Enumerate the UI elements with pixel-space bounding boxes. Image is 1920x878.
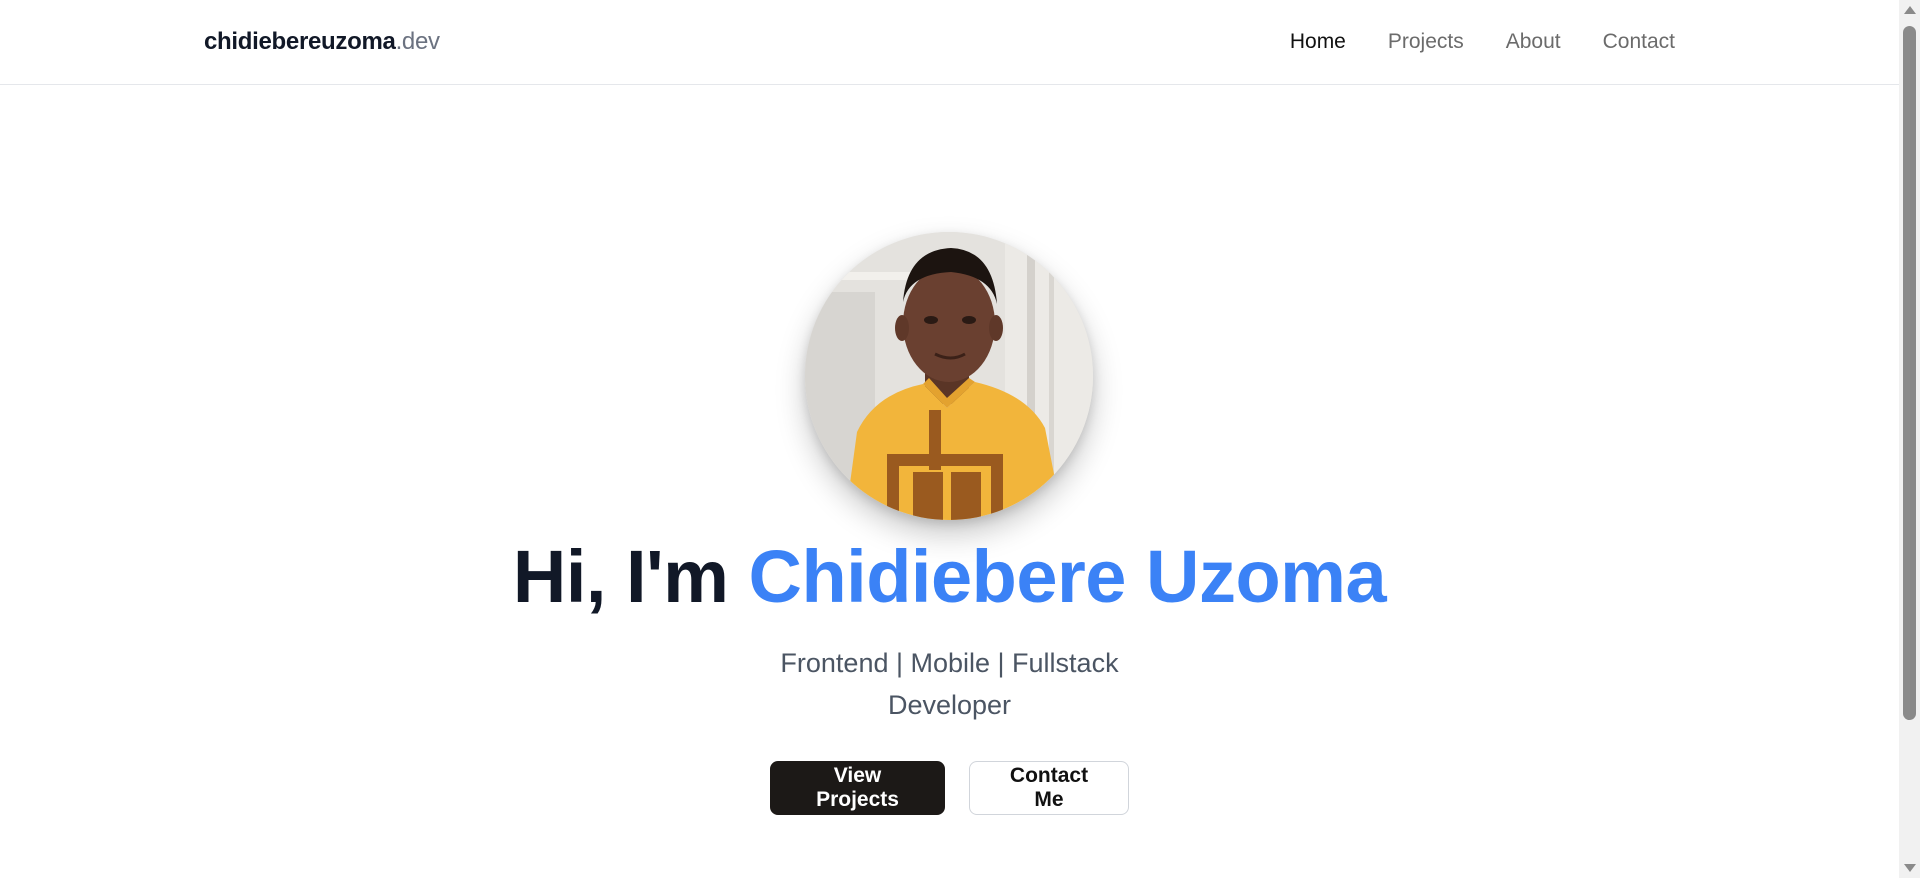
main-nav: Home Projects About Contact	[1290, 30, 1675, 54]
hero-name: Chidiebere Uzoma	[748, 535, 1387, 618]
profile-photo-illustration	[805, 232, 1093, 520]
hero-tagline: Frontend | Mobile | Fullstack Developer	[0, 642, 1899, 726]
site-header: chidiebereuzoma.dev Home Projects About …	[0, 0, 1899, 85]
nav-link-contact[interactable]: Contact	[1603, 30, 1675, 54]
view-projects-button[interactable]: View Projects	[770, 761, 945, 815]
profile-avatar	[805, 232, 1093, 520]
contact-me-button[interactable]: Contact Me	[969, 761, 1129, 815]
scroll-up-arrow-icon[interactable]	[1904, 6, 1916, 14]
hero-section: Hi, I'm Chidiebere Uzoma Frontend | Mobi…	[0, 84, 1899, 878]
hero-headline: Hi, I'm Chidiebere Uzoma	[0, 540, 1899, 614]
page: chidiebereuzoma.dev Home Projects About …	[0, 0, 1920, 878]
nav-link-home[interactable]: Home	[1290, 30, 1346, 54]
tagline-line-1: Frontend | Mobile | Fullstack	[780, 648, 1119, 678]
brand-tld: .dev	[395, 28, 440, 55]
cta-buttons: View Projects Contact Me	[0, 761, 1899, 815]
tagline-line-2: Developer	[887, 690, 1012, 720]
brand-name: chidiebereuzoma	[204, 28, 396, 55]
vertical-scrollbar[interactable]	[1899, 0, 1920, 878]
scroll-down-arrow-icon[interactable]	[1904, 864, 1916, 872]
scrollbar-thumb[interactable]	[1903, 26, 1916, 720]
nav-link-about[interactable]: About	[1506, 30, 1561, 54]
brand-logo-link[interactable]: chidiebereuzoma.dev	[204, 28, 440, 56]
hero-greeting: Hi, I'm	[512, 535, 749, 618]
nav-link-projects[interactable]: Projects	[1388, 30, 1464, 54]
